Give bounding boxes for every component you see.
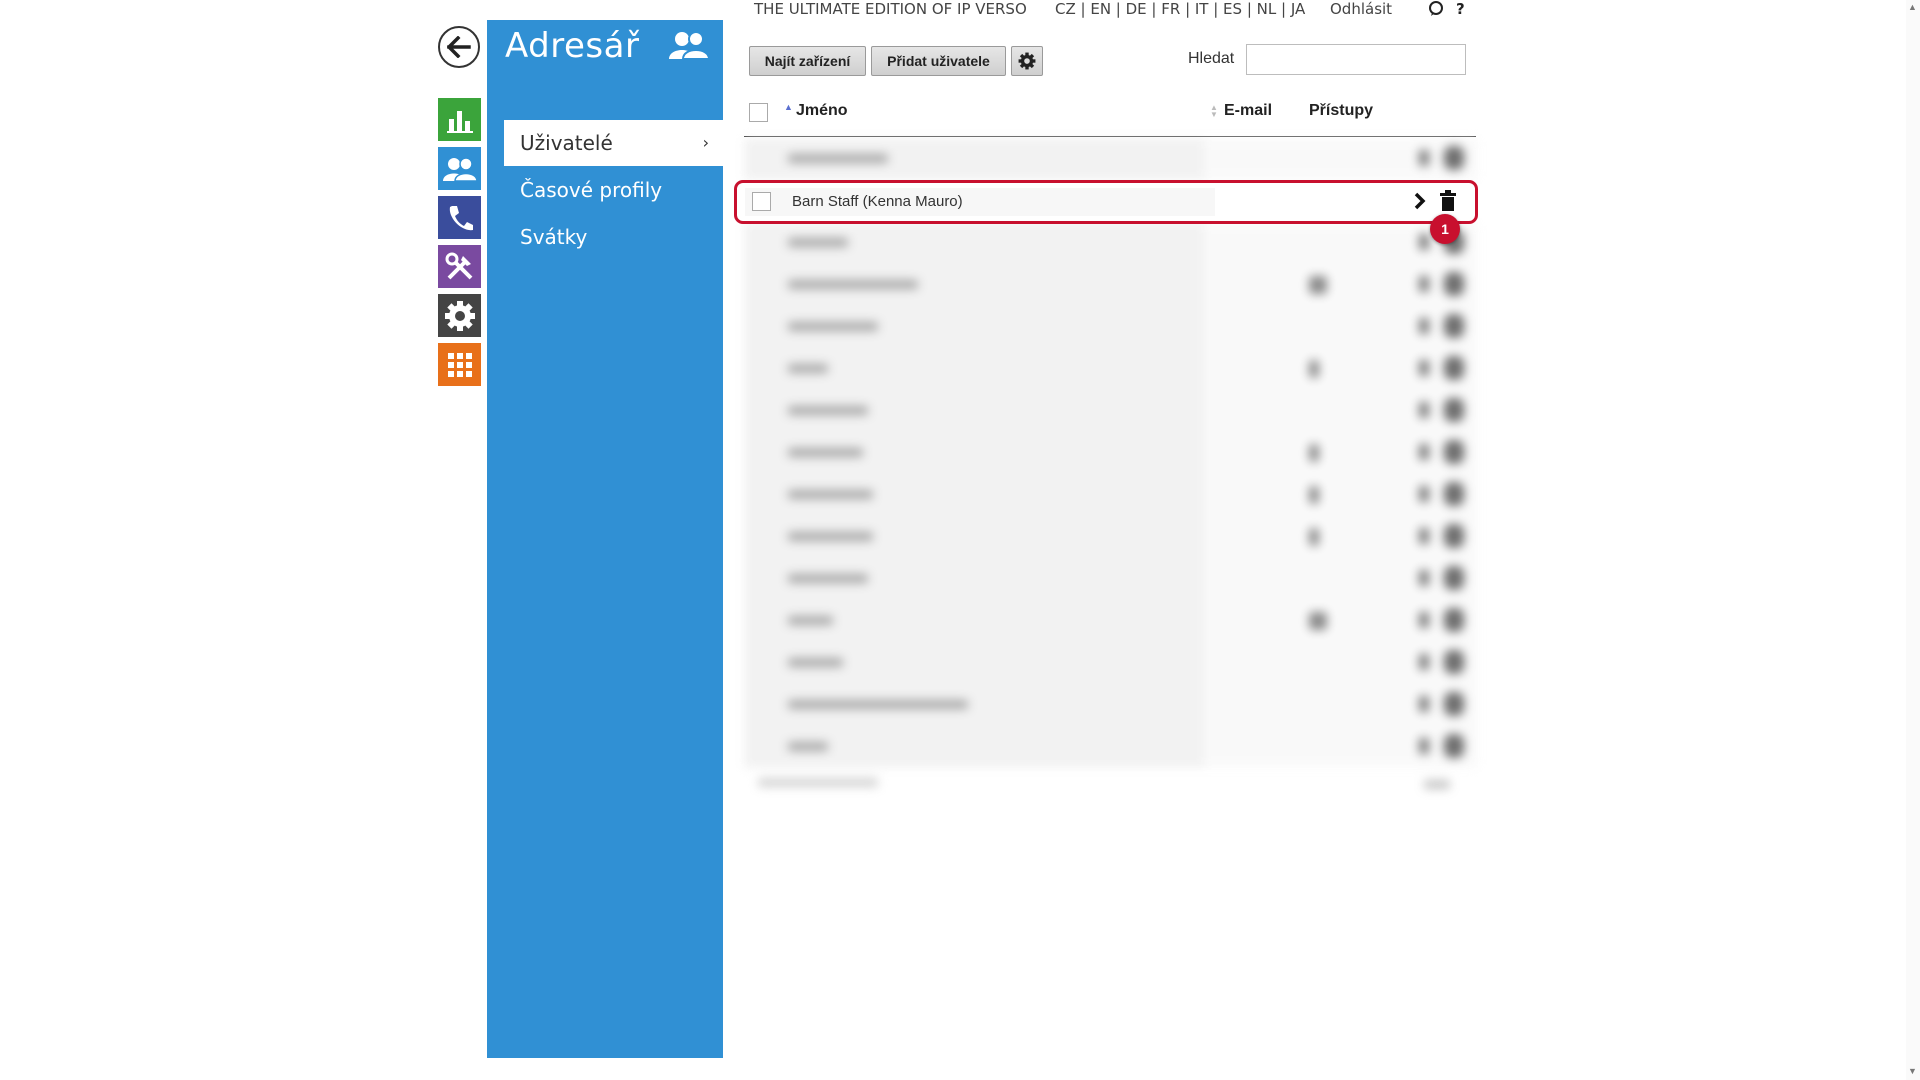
bar-chart-icon xyxy=(446,110,473,133)
sort-asc-icon: ▲ xyxy=(784,102,793,112)
table-row xyxy=(744,726,1478,768)
sidebar-item-users[interactable]: Uživatelé › xyxy=(504,120,723,166)
directory-rail-button[interactable] xyxy=(438,147,481,190)
highlighted-table-row[interactable]: Barn Staff (Kenna Mauro) xyxy=(734,180,1478,224)
table-settings-button[interactable] xyxy=(1011,46,1043,76)
table-row xyxy=(744,642,1478,684)
table-row xyxy=(744,684,1478,726)
table-row xyxy=(744,516,1478,558)
blurred-table-body xyxy=(744,138,1478,802)
trash-icon xyxy=(1440,190,1456,211)
step-badge: 1 xyxy=(1430,214,1460,244)
add-user-button[interactable]: Přidat uživatele xyxy=(871,46,1006,76)
apps-grid-icon xyxy=(447,352,472,377)
arrow-left-icon xyxy=(447,36,471,58)
table-row xyxy=(744,474,1478,516)
sidebar-item-time-profiles[interactable]: Časové profily xyxy=(504,167,723,213)
settings-rail-button[interactable] xyxy=(438,294,481,337)
sidebar-item-label: Časové profily xyxy=(520,178,663,202)
services-rail-button[interactable] xyxy=(438,343,481,386)
edit-row-button[interactable] xyxy=(1413,189,1427,218)
back-button[interactable] xyxy=(438,26,480,68)
table-row xyxy=(744,264,1478,306)
logout-link[interactable]: Odhlásit xyxy=(1330,0,1392,22)
language-switcher[interactable]: CZ | EN | DE | FR | IT | ES | NL | JA xyxy=(1055,0,1305,22)
table-header-divider xyxy=(744,136,1476,137)
table-row xyxy=(744,390,1478,432)
sort-both-icon: ▲ ▼ xyxy=(1210,103,1218,119)
scroll-down-icon[interactable]: ▼ xyxy=(1908,1066,1917,1076)
sidebar-item-label: Uživatelé xyxy=(520,131,613,155)
table-row xyxy=(744,306,1478,348)
search-label: Hledat xyxy=(1188,50,1235,67)
row-checkbox[interactable] xyxy=(752,192,771,211)
table-row xyxy=(744,558,1478,600)
users-icon xyxy=(442,156,477,182)
select-all-checkbox[interactable] xyxy=(749,103,768,122)
calls-rail-button[interactable] xyxy=(438,196,481,239)
speech-bubble-icon xyxy=(1429,1,1443,16)
status-rail-button[interactable] xyxy=(438,98,481,141)
search-input[interactable] xyxy=(1246,44,1466,75)
gear-icon xyxy=(1018,52,1036,70)
delete-row-button[interactable] xyxy=(1439,190,1457,217)
tools-icon xyxy=(445,252,472,279)
page-scrollbar[interactable]: ▲ ▼ xyxy=(1906,0,1920,1080)
column-header-access[interactable]: Přístupy xyxy=(1309,102,1373,120)
table-row xyxy=(744,138,1478,180)
table-row xyxy=(744,432,1478,474)
table-row xyxy=(744,222,1478,264)
sidebar-item-label: Svátky xyxy=(520,225,588,249)
chevron-right-icon: › xyxy=(702,133,709,152)
gear-icon xyxy=(444,300,475,331)
edition-label: THE ULTIMATE EDITION OF IP VERSO xyxy=(754,0,1027,18)
row-user-name: Barn Staff (Kenna Mauro) xyxy=(792,193,963,210)
table-row xyxy=(744,600,1478,642)
sidebar-title: Adresář xyxy=(505,26,640,66)
scroll-up-icon[interactable]: ▲ xyxy=(1908,2,1917,12)
feedback-button[interactable] xyxy=(1428,1,1444,23)
table-footer xyxy=(744,768,1478,798)
column-header-name[interactable]: Jméno xyxy=(796,102,848,120)
column-header-email[interactable]: E-mail xyxy=(1224,102,1272,120)
users-header-icon xyxy=(669,30,711,65)
hardware-rail-button[interactable] xyxy=(438,245,481,288)
sidebar: Adresář Uživatelé › Časové profily Svátk… xyxy=(487,20,723,1058)
table-row xyxy=(744,348,1478,390)
users-icon xyxy=(669,31,711,60)
chevron-right-icon xyxy=(1414,192,1426,210)
find-devices-button[interactable]: Najít zařízení xyxy=(749,46,866,76)
help-button[interactable]: ? xyxy=(1456,0,1465,22)
phone-icon xyxy=(449,205,473,230)
sidebar-item-holidays[interactable]: Svátky xyxy=(504,214,723,260)
